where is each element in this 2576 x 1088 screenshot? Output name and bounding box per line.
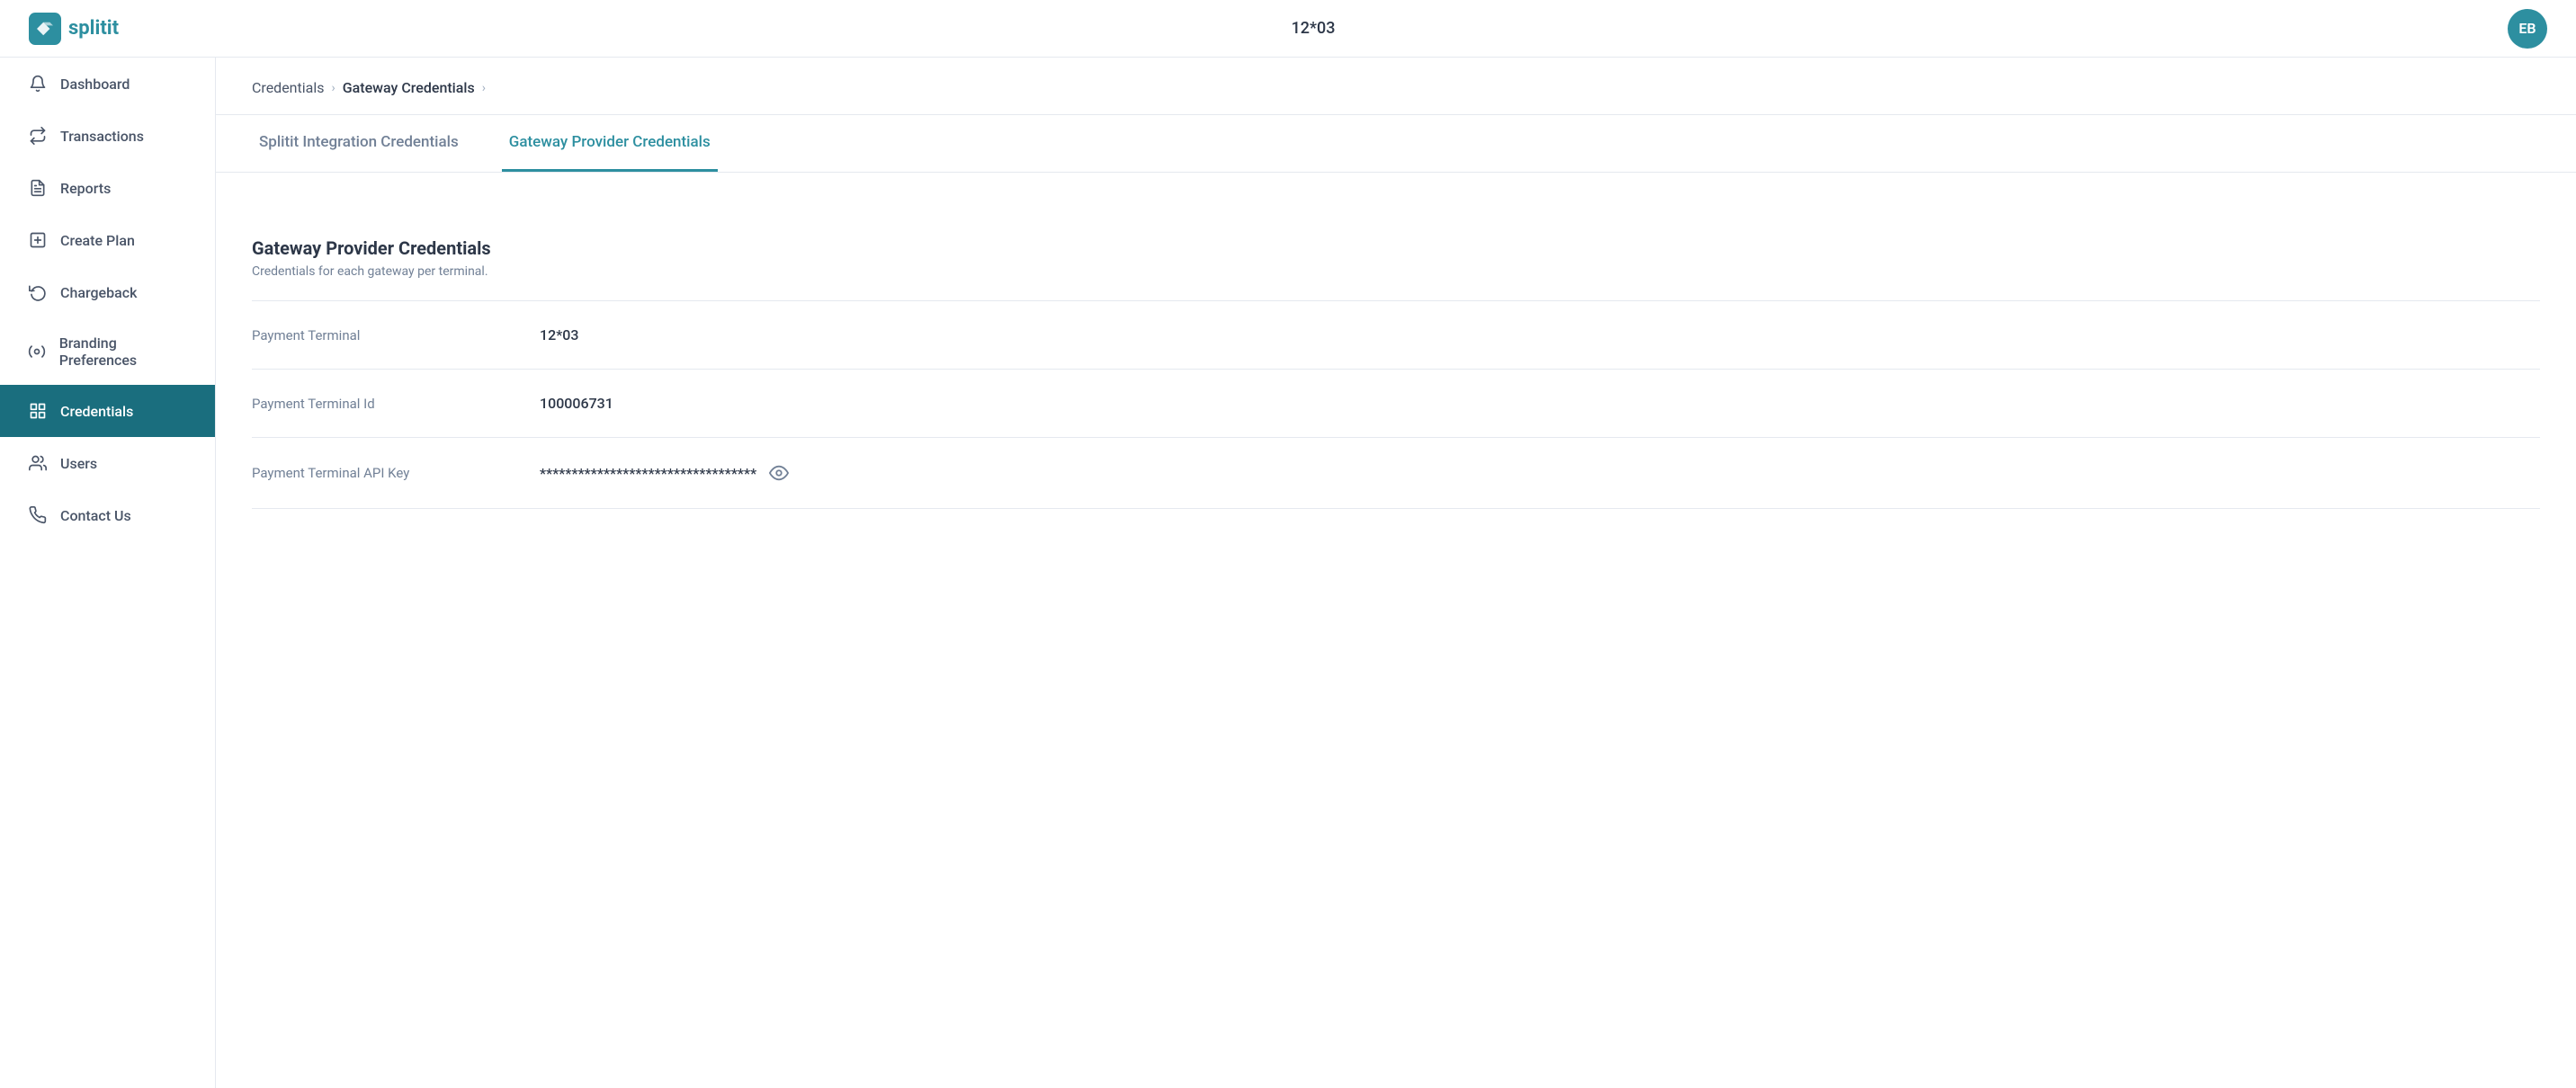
table-row: Payment Terminal API Key ***************…: [252, 438, 2540, 509]
tabs-container: Splitit Integration Credentials Gateway …: [216, 115, 2576, 173]
sidebar-label-contact: Contact Us: [60, 507, 131, 524]
cred-value-text-terminal-id: 100006731: [540, 395, 613, 412]
sidebar: Dashboard Transactions Reports Create Pl…: [0, 58, 216, 1088]
breadcrumb: Credentials › Gateway Credentials ›: [216, 58, 2576, 115]
cred-value-text-api-key: **********************************: [540, 465, 756, 482]
breadcrumb-separator-2: ›: [482, 81, 486, 95]
sidebar-label-dashboard: Dashboard: [60, 76, 130, 93]
cred-value-terminal: 12*03: [540, 326, 578, 343]
branding-icon: [28, 342, 47, 361]
main-content: Credentials › Gateway Credentials › Spli…: [216, 58, 2576, 1088]
users-icon: [28, 453, 48, 473]
breadcrumb-gateway-credentials[interactable]: Gateway Credentials: [343, 79, 475, 96]
sidebar-item-reports[interactable]: Reports: [0, 162, 215, 214]
logo-text: splitit: [68, 17, 119, 40]
cred-label-terminal: Payment Terminal: [252, 327, 540, 343]
section-subtitle: Credentials for each gateway per termina…: [252, 264, 2540, 279]
credentials-icon: [28, 401, 48, 421]
sidebar-label-credentials: Credentials: [60, 403, 133, 420]
section-header: Gateway Provider Credentials Credentials…: [252, 237, 2540, 300]
layout: Dashboard Transactions Reports Create Pl…: [0, 58, 2576, 1088]
credentials-table: Payment Terminal 12*03 Payment Terminal …: [252, 300, 2540, 509]
top-header: splitit 12*03 EB: [0, 0, 2576, 58]
section-card: Gateway Provider Credentials Credentials…: [252, 209, 2540, 509]
table-row: Payment Terminal 12*03: [252, 301, 2540, 370]
content-area: Gateway Provider Credentials Credentials…: [216, 173, 2576, 545]
cred-value-api-key: **********************************: [540, 463, 789, 483]
tab-splitit[interactable]: Splitit Integration Credentials: [252, 115, 466, 172]
sidebar-item-create-plan[interactable]: Create Plan: [0, 214, 215, 266]
contact-icon: [28, 505, 48, 525]
user-avatar[interactable]: EB: [2508, 9, 2547, 49]
breadcrumb-credentials[interactable]: Credentials: [252, 79, 325, 96]
table-row: Payment Terminal Id 100006731: [252, 370, 2540, 438]
dashboard-icon: [28, 74, 48, 94]
sidebar-item-users[interactable]: Users: [0, 437, 215, 489]
transactions-icon: [28, 126, 48, 146]
sidebar-item-transactions[interactable]: Transactions: [0, 110, 215, 162]
sidebar-label-chargeback: Chargeback: [60, 284, 137, 301]
sidebar-item-contact[interactable]: Contact Us: [0, 489, 215, 541]
sidebar-label-transactions: Transactions: [60, 128, 144, 145]
logo-icon: [29, 13, 61, 45]
breadcrumb-separator-1: ›: [332, 81, 335, 95]
sidebar-item-branding[interactable]: Branding Preferences: [0, 318, 215, 385]
sidebar-label-users: Users: [60, 455, 97, 472]
sidebar-label-branding: Branding Preferences: [59, 334, 190, 369]
sidebar-item-dashboard[interactable]: Dashboard: [0, 58, 215, 110]
sidebar-label-create-plan: Create Plan: [60, 232, 135, 249]
sidebar-item-chargeback[interactable]: Chargeback: [0, 266, 215, 318]
section-title: Gateway Provider Credentials: [252, 237, 2540, 259]
header-center-text: 12*03: [1292, 19, 1336, 38]
chargeback-icon: [28, 282, 48, 302]
cred-value-terminal-id: 100006731: [540, 395, 613, 412]
tab-gateway[interactable]: Gateway Provider Credentials: [502, 115, 718, 172]
cred-label-api-key: Payment Terminal API Key: [252, 465, 540, 481]
logo[interactable]: splitit: [29, 13, 119, 45]
toggle-visibility-button[interactable]: [769, 463, 789, 483]
sidebar-item-credentials[interactable]: Credentials: [0, 385, 215, 437]
cred-label-terminal-id: Payment Terminal Id: [252, 396, 540, 412]
reports-icon: [28, 178, 48, 198]
sidebar-label-reports: Reports: [60, 180, 111, 197]
create-plan-icon: [28, 230, 48, 250]
cred-value-text-terminal: 12*03: [540, 326, 578, 343]
